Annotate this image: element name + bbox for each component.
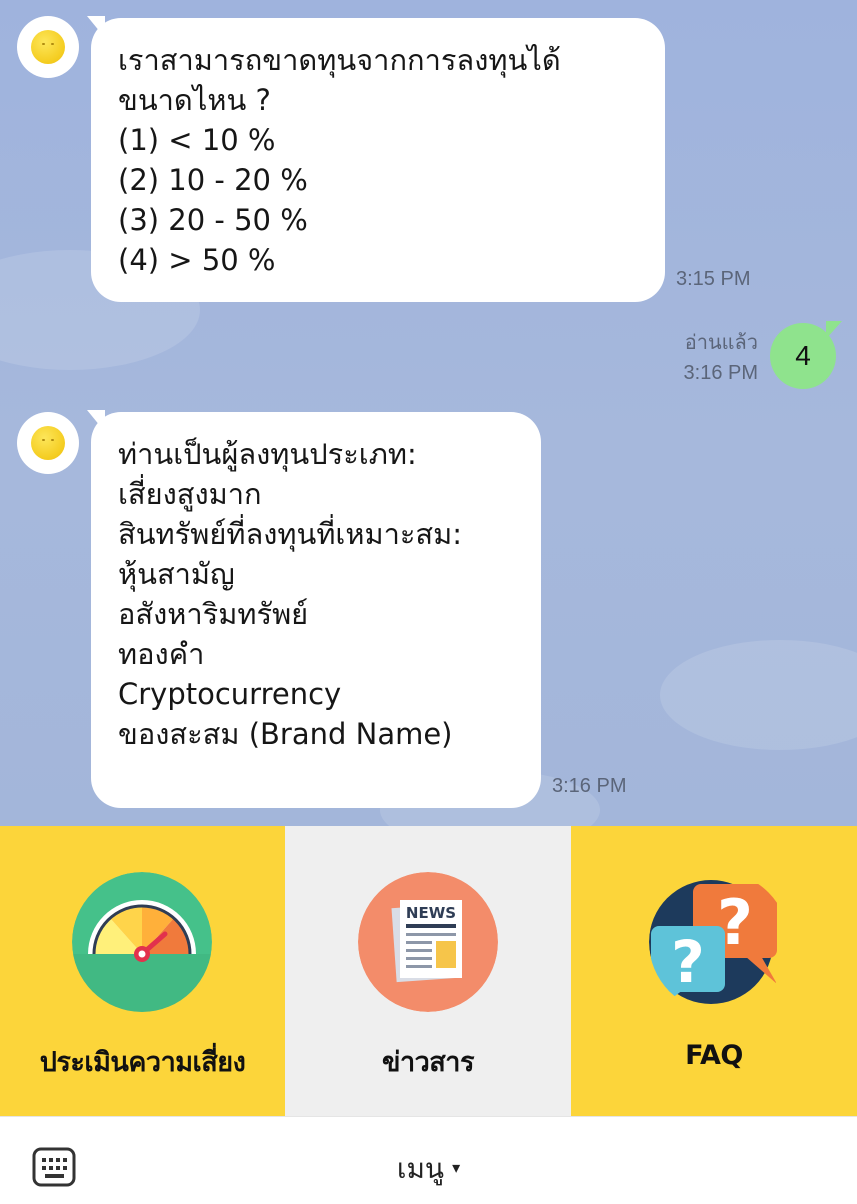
message-line: เราสามารถขาดทุนจากการลงทุนได้: [118, 43, 561, 77]
smiley-face-icon: [31, 426, 65, 460]
rich-menu: ประเมินความเสี่ยง NEWS ข่าวสาร ? ? FAQ: [0, 826, 857, 1116]
newspaper-icon: NEWS: [358, 872, 498, 1012]
user-message-text: 4: [795, 340, 811, 371]
bot-avatar[interactable]: [17, 16, 79, 78]
message-timestamp: 3:15 PM: [676, 268, 751, 290]
news-label: ข่าวสาร: [382, 1047, 474, 1078]
read-receipt: อ่านแล้ว 3:16 PM: [640, 328, 758, 388]
message-line: ท่านเป็นผู้ลงทุนประเภท:: [118, 437, 417, 471]
bubble-tail: [87, 16, 105, 38]
bubble-tail: [826, 321, 842, 339]
message-line: ทองคำ: [118, 637, 205, 671]
message-line: Cryptocurrency: [118, 677, 342, 711]
message-line: เสี่ยงสูงมาก: [118, 477, 262, 511]
bot-message-bubble[interactable]: เราสามารถขาดทุนจากการลงทุนได้ ขนาดไหน ? …: [87, 16, 665, 302]
chat-footer: เมนู ▾: [0, 1116, 857, 1204]
question-bubbles-icon: ? ?: [649, 880, 777, 1012]
menu-label: เมนู: [396, 1152, 445, 1185]
bot-message-bubble[interactable]: ท่านเป็นผู้ลงทุนประเภท: เสี่ยงสูงมาก สิน…: [87, 410, 541, 808]
faq-button[interactable]: ? ? FAQ: [571, 826, 857, 1116]
message-line: (3) 20 - 50 %: [118, 203, 308, 237]
message-timestamp: 3:16 PM: [552, 775, 627, 797]
risk-assessment-label: ประเมินความเสี่ยง: [39, 1047, 246, 1078]
message-line: อสังหาริมทรัพย์: [118, 597, 309, 631]
user-message-bubble[interactable]: 4: [770, 321, 842, 389]
message-line: หุ้นสามัญ: [118, 557, 235, 591]
svg-text:?: ?: [671, 928, 705, 996]
smiley-face-icon: [31, 30, 65, 64]
risk-assessment-button[interactable]: ประเมินความเสี่ยง: [0, 826, 285, 1116]
read-label: อ่านแล้ว: [684, 332, 758, 354]
message-line: ขนาดไหน ?: [118, 83, 271, 117]
message-line: (2) 10 - 20 %: [118, 163, 308, 197]
menu-toggle-button[interactable]: เมนู ▾: [0, 1147, 857, 1191]
faq-label: FAQ: [685, 1040, 743, 1071]
message-line: สินทรัพย์ที่ลงทุนที่เหมาะสม:: [118, 517, 463, 551]
gauge-icon: [72, 872, 212, 1012]
news-button[interactable]: NEWS ข่าวสาร: [285, 826, 571, 1116]
chat-area[interactable]: เราสามารถขาดทุนจากการลงทุนได้ ขนาดไหน ? …: [0, 0, 857, 826]
message-line: (4) > 50 %: [118, 243, 276, 277]
message-timestamp: 3:16 PM: [683, 362, 758, 384]
svg-text:NEWS: NEWS: [406, 904, 456, 922]
message-line: ของสะสม (Brand Name): [118, 717, 453, 751]
background-cloud: [660, 640, 857, 750]
bot-avatar[interactable]: [17, 412, 79, 474]
bubble-tail: [87, 410, 105, 432]
chevron-down-icon: ▾: [452, 1157, 461, 1177]
message-line: (1) < 10 %: [118, 123, 276, 157]
